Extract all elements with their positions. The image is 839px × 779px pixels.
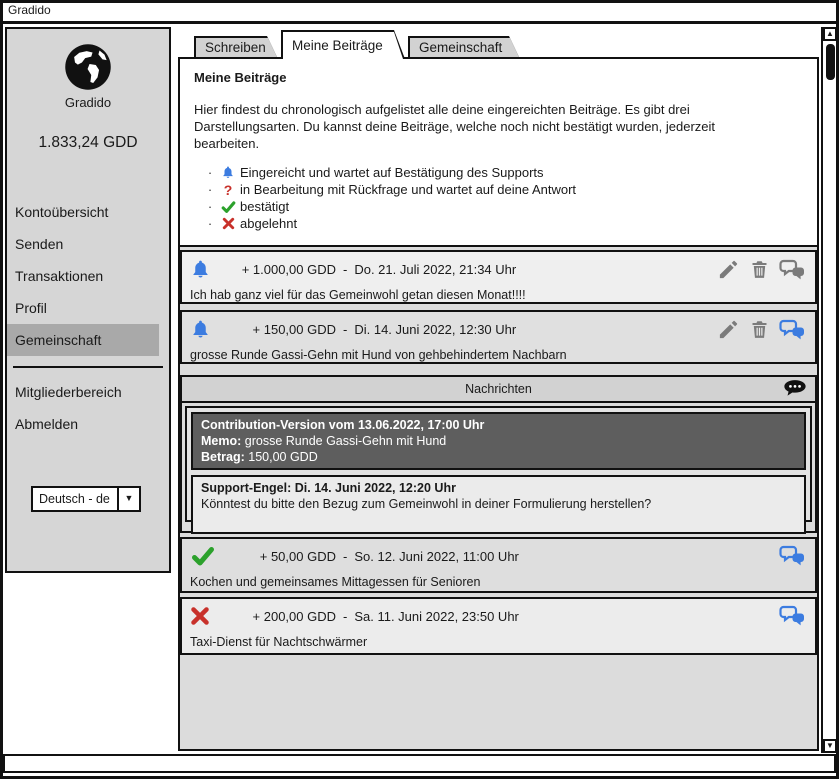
legend-item-abgelehnt: · abgelehnt [204, 215, 803, 232]
trash-icon[interactable] [749, 318, 770, 341]
vertical-scrollbar[interactable]: ▲ ▼ [821, 27, 837, 753]
scrollbar-thumb[interactable] [826, 44, 835, 80]
check-icon [216, 200, 240, 214]
x-icon [216, 217, 240, 230]
contribution-datetime: Di. 14. Juni 2022, 12:30 Uhr [354, 322, 516, 337]
contribution-datetime: Do. 21. Juli 2022, 21:34 Uhr [354, 262, 516, 277]
bottom-bar [3, 754, 836, 773]
sidebar-item-mitgliederbereich[interactable]: Mitgliederbereich [7, 376, 169, 408]
sidebar-nav: Kontoübersicht Senden Transaktionen Prof… [7, 196, 169, 356]
version-amount: 150,00 GDD [248, 450, 317, 464]
sidebar-item-profil[interactable]: Profil [7, 292, 169, 324]
contribution-amount: + 1.000,00 GDD [218, 262, 336, 277]
globe-icon [62, 41, 114, 93]
contribution-amount: + 50,00 GDD [218, 549, 336, 564]
sidebar-item-senden[interactable]: Senden [7, 228, 169, 260]
messages-panel: Nachrichten Contribution-Version vom 13.… [180, 375, 817, 533]
language-select-arrow-icon[interactable]: ▼ [117, 488, 139, 510]
support-text: Könntest du bitte den Bezug zum Gemeinwo… [201, 496, 796, 512]
intro-card: Meine Beiträge Hier findest du chronolog… [180, 59, 817, 247]
status-legend: · Eingereicht und wartet auf Bestätigung… [194, 164, 803, 232]
chat-icon[interactable] [779, 319, 805, 340]
messages-header: Nachrichten [182, 377, 815, 403]
intro-text: Hier findest du chronologisch aufgeliste… [194, 101, 772, 152]
chat-icon[interactable] [779, 259, 805, 280]
chat-icon[interactable] [779, 605, 805, 626]
support-datetime: Di. 14. Juni 2022, 12:20 Uhr [295, 481, 456, 495]
tab-meine-beitraege[interactable]: Meine Beiträge [281, 30, 405, 59]
bell-icon [190, 318, 218, 341]
contribution-datetime: So. 12. Juni 2022, 11:00 Uhr [354, 549, 519, 564]
scroll-up-icon[interactable]: ▲ [823, 27, 837, 41]
contribution-row: + 200,00 GDD - Sa. 11. Juni 2022, 23:50 … [180, 597, 817, 655]
balance-amount: 1.833,24 GDD [7, 134, 169, 152]
version-memo: grosse Runde Gassi-Gehn mit Hund [245, 434, 446, 448]
contribution-row: + 1.000,00 GDD - Do. 21. Juli 2022, 21:3… [180, 250, 817, 304]
version-title: Contribution-Version vom 13.06.2022, 17:… [201, 417, 796, 433]
contribution-amount: + 200,00 GDD [218, 609, 336, 624]
page-title: Meine Beiträge [194, 70, 803, 85]
contribution-memo: Kochen und gemeinsames Mittagessen für S… [182, 569, 815, 589]
scroll-down-icon[interactable]: ▼ [823, 739, 837, 753]
chat-dots-icon[interactable] [783, 379, 807, 399]
question-icon: ? [216, 182, 240, 198]
contribution-datetime: Sa. 11. Juni 2022, 23:50 Uhr [354, 609, 519, 624]
tab-bar: Schreiben Meine Beiträge Gemeinschaft [194, 30, 520, 59]
bell-icon [216, 165, 240, 180]
check-icon [190, 545, 218, 567]
edit-icon[interactable] [717, 318, 740, 341]
trash-icon[interactable] [749, 258, 770, 281]
contribution-memo: Taxi-Dienst für Nachtschwärmer [182, 629, 815, 649]
support-author: Support-Engel: [201, 481, 291, 495]
logo-label: Gradido [7, 95, 169, 110]
contribution-memo: grosse Runde Gassi-Gehn mit Hund von geh… [182, 342, 815, 362]
support-message-box: Support-Engel: Di. 14. Juni 2022, 12:20 … [191, 475, 806, 534]
language-select[interactable]: Deutsch - de ▼ [31, 486, 141, 512]
messages-body: Contribution-Version vom 13.06.2022, 17:… [185, 406, 812, 522]
window-title: Gradido [8, 3, 51, 17]
bell-icon [190, 258, 218, 281]
contribution-amount: + 150,00 GDD [218, 322, 336, 337]
sidebar-item-kontouebersicht[interactable]: Kontoübersicht [7, 196, 169, 228]
contribution-memo: Ich hab ganz viel für das Gemeinwohl get… [182, 282, 815, 302]
sidebar-divider [13, 366, 163, 368]
contribution-row: + 150,00 GDD - Di. 14. Juni 2022, 12:30 … [180, 310, 817, 364]
sidebar-item-gemeinschaft[interactable]: Gemeinschaft [7, 324, 159, 356]
chat-icon[interactable] [779, 545, 805, 566]
sidebar-item-transaktionen[interactable]: Transaktionen [7, 260, 169, 292]
edit-icon[interactable] [717, 258, 740, 281]
contribution-row: + 50,00 GDD - So. 12. Juni 2022, 11:00 U… [180, 537, 817, 593]
title-bar: Gradido [0, 0, 839, 24]
main-panel: Meine Beiträge Hier findest du chronolog… [178, 57, 819, 751]
legend-item-bestaetigt: · bestätigt [204, 198, 803, 215]
legend-item-rueckfrage: · ? in Bearbeitung mit Rückfrage und war… [204, 181, 803, 198]
contribution-version-box: Contribution-Version vom 13.06.2022, 17:… [191, 412, 806, 470]
legend-item-eingereicht: · Eingereicht und wartet auf Bestätigung… [204, 164, 803, 181]
sidebar: Gradido 1.833,24 GDD Kontoübersicht Send… [5, 27, 171, 573]
language-select-value: Deutsch - de [33, 488, 117, 510]
tab-gemeinschaft[interactable]: Gemeinschaft [408, 36, 520, 59]
x-icon [190, 606, 218, 626]
sidebar-item-abmelden[interactable]: Abmelden [7, 408, 169, 440]
tab-schreiben[interactable]: Schreiben [194, 36, 278, 59]
